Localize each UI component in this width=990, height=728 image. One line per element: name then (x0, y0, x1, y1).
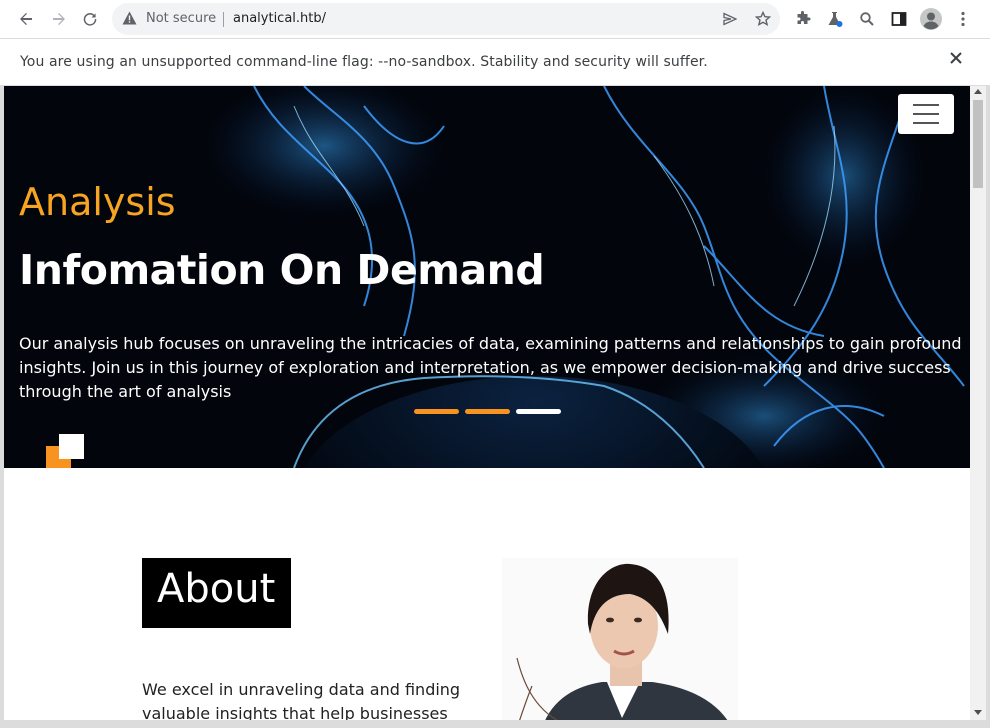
url-text[interactable]: analytical.htb/ (233, 11, 326, 26)
about-photo (502, 558, 738, 728)
scroll-down-arrow-icon[interactable] (974, 710, 982, 715)
decorative-square-white (59, 434, 84, 459)
send-tab-button[interactable] (718, 7, 742, 31)
more-vert-icon (961, 11, 965, 27)
hero-carousel: Analysis Infomation On Demand Our analys… (4, 86, 970, 468)
hero-subtitle: Analysis (19, 180, 176, 224)
warning-icon[interactable] (122, 11, 137, 25)
window-border-left (0, 86, 4, 728)
back-button[interactable] (13, 6, 39, 32)
about-title: About (157, 566, 276, 612)
browser-toolbar: Not secure analytical.htb/ (0, 0, 990, 39)
search-button[interactable] (854, 6, 880, 32)
profile-button[interactable] (918, 6, 944, 32)
carousel-indicator-2[interactable] (465, 409, 510, 414)
hamburger-line (913, 113, 939, 115)
star-icon (755, 11, 771, 26)
hamburger-line (913, 104, 939, 106)
scrollbar-thumb[interactable] (973, 100, 983, 188)
forward-button[interactable] (46, 6, 72, 32)
window-border-bottom (0, 720, 990, 728)
hamburger-line (913, 122, 939, 124)
extensions-icon (797, 11, 811, 24)
omnibox-separator (223, 12, 224, 27)
flask-extension-button[interactable] (822, 6, 848, 32)
profile-icon (920, 8, 942, 30)
flask-extension-icon (828, 12, 843, 27)
web-page: Analysis Infomation On Demand Our analys… (4, 86, 970, 728)
send-icon (723, 12, 737, 26)
menu-button[interactable] (950, 6, 976, 32)
about-heading-box: About (142, 558, 291, 628)
info-bar: You are using an unsupported command-lin… (0, 40, 990, 86)
scroll-up-arrow-icon[interactable] (974, 89, 982, 94)
bookmark-button[interactable] (751, 7, 775, 31)
address-bar[interactable]: Not secure analytical.htb/ (112, 3, 780, 35)
security-label[interactable]: Not secure (146, 11, 216, 26)
carousel-indicator-3[interactable] (516, 409, 561, 414)
reload-button[interactable] (77, 6, 103, 32)
back-arrow-icon (20, 13, 32, 25)
side-panel-button[interactable] (886, 6, 912, 32)
page-scrollbar[interactable] (970, 86, 986, 720)
forward-arrow-icon (53, 13, 65, 25)
about-text: We excel in unraveling data and finding … (142, 680, 461, 723)
search-icon (860, 12, 874, 26)
info-bar-message: You are using an unsupported command-lin… (20, 54, 708, 70)
close-icon[interactable] (950, 52, 962, 64)
window-border-right (986, 86, 990, 728)
extensions-button[interactable] (790, 6, 816, 32)
hero-title: Infomation On Demand (19, 246, 545, 294)
carousel-indicator-1[interactable] (414, 409, 459, 414)
reload-icon (83, 13, 97, 26)
navbar-toggle-button[interactable] (898, 94, 954, 134)
hero-description: Our analysis hub focuses on unraveling t… (19, 334, 962, 401)
sidebar-icon (891, 12, 907, 26)
